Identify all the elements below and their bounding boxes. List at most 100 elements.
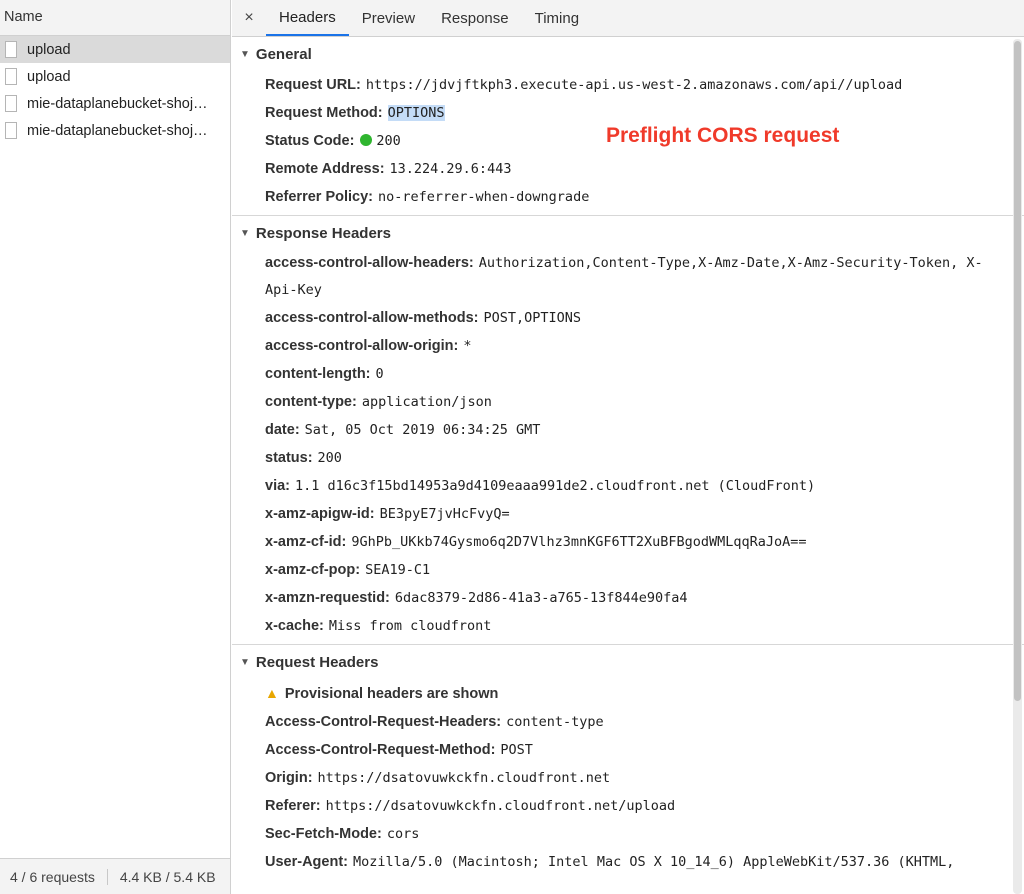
header-row: User-Agent: Mozilla/5.0 (Macintosh; Intel… (232, 848, 1024, 876)
header-key: Sec-Fetch-Mode: (265, 826, 382, 842)
header-key: date: (265, 422, 300, 438)
header-value: 13.224.29.6:443 (389, 161, 512, 177)
response-headers-toggle[interactable]: ▼ Response Headers (232, 216, 1024, 250)
request-row[interactable]: mie-dataplanebucket-shoj… (0, 90, 230, 117)
triangle-down-icon: ▼ (240, 656, 250, 668)
header-key: Request URL: (265, 77, 361, 93)
request-headers-section: ▼ Request Headers ▲ Provisional headers a… (232, 645, 1024, 880)
header-value: 0 (375, 366, 384, 382)
header-key: Origin: (265, 770, 313, 786)
header-key: via: (265, 478, 290, 494)
header-row: content-type: application/json (232, 388, 1024, 416)
header-value: 200 (317, 450, 342, 466)
header-key: access-control-allow-origin: (265, 338, 459, 354)
header-row: x-amz-apigw-id: BE3pyE7jvHcFvyQ= (232, 500, 1024, 528)
header-value: 200 (376, 133, 401, 149)
warning-text: Provisional headers are shown (284, 686, 499, 702)
scrollbar-thumb[interactable] (1014, 41, 1021, 701)
header-key: Request Method: (265, 105, 383, 121)
header-key: Referer: (265, 798, 321, 814)
file-icon (5, 41, 17, 58)
name-column-header[interactable]: Name (0, 0, 230, 36)
header-row: status: 200 (232, 444, 1024, 472)
header-key: x-amz-cf-pop: (265, 562, 361, 578)
header-row: access-control-allow-methods: POST,OPTION… (232, 304, 1024, 332)
header-value: content-type (506, 714, 604, 730)
request-name: mie-dataplanebucket-shoj… (27, 95, 208, 112)
header-row: via: 1.1 d16c3f15bd14953a9d4109eaaa991de2… (232, 472, 1024, 500)
header-row: Origin: https://dsatovuwkckfn.cloudfront.… (232, 764, 1024, 792)
request-row[interactable]: upload (0, 36, 230, 63)
header-row: Sec-Fetch-Mode: cors (232, 820, 1024, 848)
header-value: * (463, 338, 472, 354)
header-value: Mozilla/5.0 (Macintosh; Intel Mac OS X 1… (352, 854, 955, 870)
header-row: Access-Control-Request-Method: POST (232, 736, 1024, 764)
tab-headers[interactable]: Headers (266, 0, 349, 36)
response-headers-section: ▼ Response Headers access-control-allow-… (232, 216, 1024, 645)
header-key: Remote Address: (265, 161, 385, 177)
header-value: Miss from cloudfront (328, 618, 492, 634)
header-key: access-control-allow-methods: (265, 310, 479, 326)
header-row: date: Sat, 05 Oct 2019 06:34:25 GMT (232, 416, 1024, 444)
file-icon (5, 122, 17, 139)
details-tabbar: × Headers Preview Response Timing (232, 0, 1024, 37)
header-key: Status Code: (265, 133, 355, 149)
warning-icon: ▲ (265, 685, 279, 701)
header-key: Referrer Policy: (265, 189, 373, 205)
file-icon (5, 68, 17, 85)
general-section-toggle[interactable]: ▼ General (232, 37, 1024, 71)
transfer-size: 4.4 KB / 5.4 KB (119, 868, 216, 885)
request-headers-toggle[interactable]: ▼ Request Headers (232, 645, 1024, 679)
header-key: x-amzn-requestid: (265, 590, 390, 606)
details-panel: × Headers Preview Response Timing ▼ Gene… (232, 0, 1024, 894)
header-value: 1.1 d16c3f15bd14953a9d4109eaaa991de2.clo… (295, 478, 816, 494)
header-key: x-cache: (265, 618, 324, 634)
header-row: content-length: 0 (232, 360, 1024, 388)
request-list: upload upload mie-dataplanebucket-shoj… … (0, 36, 230, 144)
header-key: access-control-allow-headers: (265, 255, 474, 271)
section-title: Response Headers (255, 224, 391, 242)
header-row: Request Method: OPTIONS (232, 99, 1024, 127)
header-value: POST (500, 742, 533, 758)
header-value-selected: OPTIONS (387, 105, 445, 121)
request-name: upload (27, 68, 71, 85)
header-value: https://jdvjftkph3.execute-api.us-west-2… (365, 77, 903, 93)
status-bar: 4 / 6 requests 4.4 KB / 5.4 KB (0, 858, 230, 894)
header-key: content-length: (265, 366, 371, 382)
header-value: SEA19-C1 (365, 562, 431, 578)
header-row: Request URL: https://jdvjftkph3.execute-a… (232, 71, 1024, 99)
header-row: x-amz-cf-pop: SEA19-C1 (232, 556, 1024, 584)
header-value: application/json (361, 394, 492, 410)
header-row: access-control-allow-origin: * (232, 332, 1024, 360)
header-key: Access-Control-Request-Method: (265, 742, 496, 758)
request-name: upload (27, 41, 71, 58)
header-value: Sat, 05 Oct 2019 06:34:25 GMT (304, 422, 541, 438)
header-row: Referrer Policy: no-referrer-when-downgra… (232, 183, 1024, 211)
tab-response[interactable]: Response (428, 0, 522, 36)
header-row: x-amz-cf-id: 9GhPb_UKkb74Gysmo6q2D7Vlhz3m… (232, 528, 1024, 556)
section-title: Request Headers (255, 653, 379, 671)
annotation-text: Preflight CORS request (606, 124, 840, 147)
header-row: Referer: https://dsatovuwkckfn.cloudfront… (232, 792, 1024, 820)
close-icon[interactable]: × (232, 0, 266, 36)
header-row: x-amzn-requestid: 6dac8379-2d86-41a3-a765… (232, 584, 1024, 612)
header-key: status: (265, 450, 313, 466)
header-row: Access-Control-Request-Headers: content-t… (232, 708, 1024, 736)
request-count: 4 / 6 requests (0, 868, 108, 885)
request-row[interactable]: upload (0, 63, 230, 90)
header-row: access-control-allow-headers: Authorizati… (232, 250, 1024, 304)
header-key: x-amz-cf-id: (265, 534, 347, 550)
header-value: https://dsatovuwkckfn.cloudfront.net (317, 770, 611, 786)
header-key: content-type: (265, 394, 357, 410)
status-ok-icon (360, 134, 373, 146)
header-value: 9GhPb_UKkb74Gysmo6q2D7Vlhz3mnKGF6TT2XuBF… (351, 534, 807, 550)
request-row[interactable]: mie-dataplanebucket-shoj… (0, 117, 230, 144)
tab-preview[interactable]: Preview (349, 0, 428, 36)
header-row: x-cache: Miss from cloudfront (232, 612, 1024, 640)
header-value: POST,OPTIONS (483, 310, 582, 326)
request-name: mie-dataplanebucket-shoj… (27, 122, 208, 139)
tab-timing[interactable]: Timing (522, 0, 592, 36)
header-row: Remote Address: 13.224.29.6:443 (232, 155, 1024, 183)
section-title: General (255, 45, 312, 63)
request-list-panel: Name upload upload mie-dataplanebucket-s… (0, 0, 231, 894)
